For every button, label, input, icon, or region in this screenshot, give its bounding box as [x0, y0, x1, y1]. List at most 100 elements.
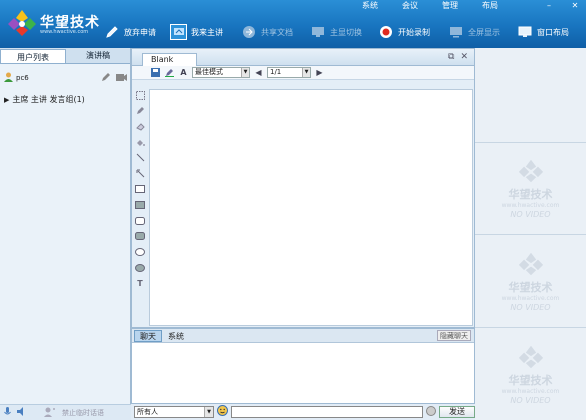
zoom-mode-value: 最佳模式 — [195, 68, 223, 76]
chat-target-select[interactable]: 所有人 ▼ — [134, 406, 214, 418]
chat-target-value: 所有人 — [137, 408, 158, 416]
display-switch-button[interactable]: 主显切换 — [309, 21, 362, 43]
user-row[interactable]: pc6 — [4, 72, 127, 84]
watermark-logo-icon — [518, 345, 543, 368]
text-icon[interactable]: T — [134, 277, 146, 289]
chat-tabs: 聊天 系统 隐藏聊天 — [132, 329, 474, 343]
private-chat-label[interactable]: 禁止临时话语 — [62, 408, 104, 418]
close-whiteboard-icon[interactable]: ✕ — [460, 52, 468, 62]
edit-icon[interactable] — [101, 72, 111, 84]
present-button[interactable]: 我来主讲 — [170, 21, 223, 43]
video-brand: 华望技术 — [508, 280, 553, 294]
fullscreen-label: 全屏显示 — [468, 27, 500, 37]
expand-caret-icon[interactable]: ▶ — [4, 96, 9, 104]
eraser-icon[interactable] — [134, 120, 146, 132]
font-color-icon[interactable] — [426, 405, 436, 419]
left-panel: 用户列表 演讲稿 pc6 ▶ 主席 主讲 发言组(1) 禁止临时话语 — [0, 48, 131, 420]
send-button[interactable]: 发送 — [439, 406, 475, 418]
window-layout-label: 窗口布局 — [537, 27, 569, 37]
whiteboard-panel: Blank ⧉ ✕ A 最佳模式 ▼ ◀ 1/1 ▼ ▶ T — [131, 48, 475, 328]
logo-icon — [8, 10, 36, 36]
video-panel: 华望技术 www.hwactive.com NO VIDEO 华望技术 www.… — [475, 48, 586, 420]
share-doc-icon — [240, 24, 257, 40]
ellipse-outline-icon[interactable] — [134, 246, 146, 258]
whiteboard-canvas[interactable] — [149, 89, 473, 326]
video-brand: 华望技术 — [508, 188, 553, 201]
microphone-icon[interactable] — [4, 406, 11, 419]
camera-icon[interactable] — [116, 73, 127, 84]
share-doc-button[interactable]: 共享文档 — [240, 21, 293, 43]
tab-speech-notes[interactable]: 演讲稿 — [66, 48, 130, 63]
abandon-request-button[interactable]: 放弃申请 — [103, 21, 156, 43]
window-controls: – ✕ — [544, 1, 580, 10]
group-row[interactable]: ▶ 主席 主讲 发言组(1) — [4, 94, 85, 105]
video-status: NO VIDEO — [510, 210, 551, 219]
video-brand: 华望技术 — [508, 373, 553, 387]
tab-chat[interactable]: 聊天 — [134, 329, 162, 342]
font-icon[interactable]: A — [178, 68, 189, 78]
left-footer: 禁止临时话语 — [0, 404, 131, 420]
line-icon[interactable] — [134, 152, 146, 164]
fill-icon[interactable] — [134, 136, 146, 148]
video-status: NO VIDEO — [510, 302, 551, 312]
whiteboard-toolbar: A 最佳模式 ▼ ◀ 1/1 ▼ ▶ — [132, 66, 474, 80]
drawing-tools: T — [134, 89, 148, 293]
video-url: www.hwactive.com — [501, 202, 560, 209]
watermark-logo-icon — [518, 159, 543, 183]
highlighter-icon[interactable] — [164, 68, 175, 78]
close-icon[interactable]: ✕ — [570, 1, 580, 10]
group-label: 主席 主讲 发言组(1) — [12, 95, 85, 104]
video-slot[interactable]: 华望技术 www.hwactive.com NO VIDEO — [475, 234, 586, 327]
record-icon — [377, 24, 394, 40]
save-icon[interactable] — [150, 67, 161, 78]
hide-chat-button[interactable]: 隐藏聊天 — [437, 330, 471, 341]
left-tabs: 用户列表 演讲稿 — [0, 48, 130, 64]
pencil-icon[interactable] — [134, 105, 146, 117]
ellipse-filled-icon[interactable] — [134, 262, 146, 274]
window-layout-button[interactable]: 窗口布局 — [516, 21, 569, 43]
private-chat-icon — [44, 407, 56, 419]
rounded-rect-outline-icon[interactable] — [134, 215, 146, 227]
fullscreen-button[interactable]: 全屏显示 — [447, 21, 500, 43]
video-slot[interactable]: 华望技术 www.hwactive.com NO VIDEO — [475, 327, 586, 420]
emoji-icon[interactable] — [217, 405, 228, 419]
menu-manage[interactable]: 管理 — [430, 0, 470, 11]
start-record-label: 开始录制 — [398, 27, 430, 37]
user-icon — [4, 72, 13, 84]
display-switch-icon — [309, 24, 326, 40]
rect-filled-icon[interactable] — [134, 199, 146, 211]
start-record-button[interactable]: 开始录制 — [377, 21, 430, 43]
chat-message-input[interactable] — [231, 406, 423, 418]
speaker-icon[interactable] — [17, 407, 26, 418]
fullscreen-icon — [447, 24, 464, 40]
zoom-mode-select[interactable]: 最佳模式 ▼ — [192, 67, 250, 78]
menu-system[interactable]: 系统 — [350, 0, 390, 11]
video-slot[interactable]: 华望技术 www.hwactive.com NO VIDEO — [475, 142, 586, 234]
tab-system[interactable]: 系统 — [162, 330, 190, 342]
pen-icon — [103, 24, 120, 40]
tab-user-list[interactable]: 用户列表 — [0, 49, 66, 63]
chevron-down-icon: ▼ — [302, 68, 310, 77]
select-icon[interactable] — [134, 89, 146, 101]
display-switch-label: 主显切换 — [330, 27, 362, 37]
tab-blank[interactable]: Blank — [142, 53, 197, 66]
presenter-icon — [170, 24, 187, 40]
whiteboard-controls: ⧉ ✕ — [448, 52, 468, 62]
app-header: 华望技术 www.hwactive.com 系统 会议 管理 布局 – ✕ 放弃… — [0, 0, 586, 48]
share-doc-label: 共享文档 — [261, 27, 293, 37]
next-page-icon[interactable]: ▶ — [314, 68, 325, 78]
video-url: www.hwactive.com — [501, 387, 560, 395]
popout-icon[interactable]: ⧉ — [448, 52, 454, 62]
video-slot-empty — [475, 48, 586, 142]
whiteboard-tabbar: Blank ⧉ ✕ — [132, 49, 474, 66]
menu-layout[interactable]: 布局 — [470, 0, 510, 11]
minimize-icon[interactable]: – — [544, 1, 554, 10]
page-select[interactable]: 1/1 ▼ — [267, 67, 311, 78]
watermark-logo-icon — [518, 252, 543, 275]
menu-meeting[interactable]: 会议 — [390, 0, 430, 11]
rounded-rect-filled-icon[interactable] — [134, 230, 146, 242]
prev-page-icon[interactable]: ◀ — [253, 68, 264, 78]
chevron-down-icon: ▼ — [204, 407, 213, 417]
arrow-icon[interactable] — [134, 167, 146, 179]
rect-outline-icon[interactable] — [134, 183, 146, 195]
